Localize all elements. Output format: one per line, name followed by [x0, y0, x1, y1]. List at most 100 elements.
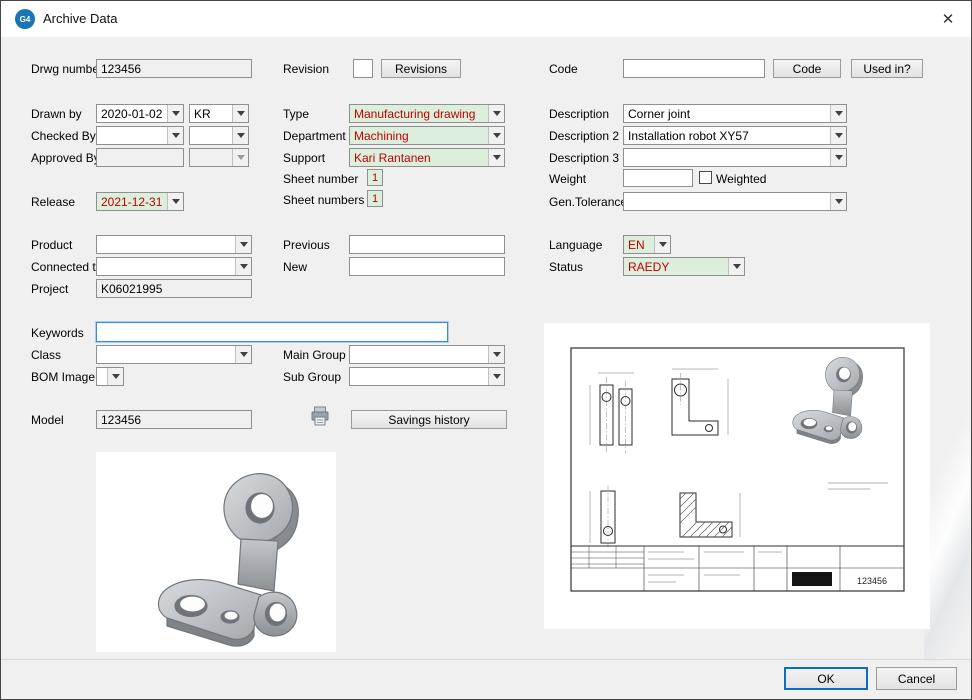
support-combobox[interactable]: Kari Rantanen — [349, 148, 505, 167]
revision-label: Revision — [283, 62, 329, 76]
chevron-down-icon — [107, 368, 123, 385]
keywords-input[interactable] — [96, 322, 448, 342]
type-label: Type — [283, 107, 309, 121]
part-3d-preview — [96, 452, 336, 652]
drawing-preview-image: 123456 — [544, 323, 930, 629]
chevron-down-icon — [488, 105, 504, 122]
department-label: Department — [283, 129, 346, 143]
checked-by-label: Checked By — [31, 129, 96, 143]
release-date-combobox[interactable]: 2021-12-31 — [96, 192, 184, 211]
status-label: Status — [549, 260, 583, 274]
type-combobox[interactable]: Manufacturing drawing — [349, 104, 505, 123]
approved-by-date-field — [96, 148, 184, 167]
part-3d-render — [96, 452, 336, 652]
description3-combobox[interactable] — [623, 148, 847, 167]
model-label: Model — [31, 413, 64, 427]
chevron-down-icon — [830, 149, 846, 166]
sheet-number-label: Sheet number — [283, 172, 358, 186]
new-field[interactable] — [349, 257, 505, 276]
gen-tolerances-label: Gen.Tolerances — [549, 195, 633, 209]
chevron-down-icon — [235, 236, 251, 253]
project-field[interactable]: K06021995 — [96, 279, 252, 298]
code-button[interactable]: Code — [773, 59, 841, 78]
weighted-checkbox[interactable] — [699, 171, 712, 184]
keywords-label: Keywords — [31, 326, 84, 340]
chevron-down-icon — [830, 127, 846, 144]
language-label: Language — [549, 238, 602, 252]
cancel-button[interactable]: Cancel — [876, 667, 957, 690]
code-label: Code — [549, 62, 578, 76]
chevron-down-icon — [235, 346, 251, 363]
sheet-numbers-label: Sheet numbers — [283, 193, 364, 207]
description2-combobox[interactable]: Installation robot XY57 — [623, 126, 847, 145]
sheet-number-field[interactable]: 1 — [367, 169, 383, 186]
drawn-by-date-combobox[interactable]: 2020-01-02 — [96, 104, 184, 123]
description-label: Description — [549, 107, 609, 121]
print-icon[interactable] — [311, 406, 329, 426]
status-combobox[interactable]: RAEDY — [623, 257, 745, 276]
weight-field[interactable] — [623, 169, 693, 187]
drawn-by-label: Drawn by — [31, 107, 82, 121]
main-group-combobox[interactable] — [349, 345, 505, 364]
product-label: Product — [31, 238, 72, 252]
chevron-down-icon — [167, 105, 183, 122]
description-combobox[interactable]: Corner joint — [623, 104, 847, 123]
used-in-button[interactable]: Used in? — [851, 59, 923, 78]
release-label: Release — [31, 195, 75, 209]
code-field[interactable] — [623, 59, 765, 78]
background-watermark — [924, 361, 970, 661]
revision-field[interactable] — [353, 59, 373, 78]
product-combobox[interactable] — [96, 235, 252, 254]
chevron-down-icon — [167, 193, 183, 210]
chevron-down-icon — [488, 127, 504, 144]
project-label: Project — [31, 282, 68, 296]
main-group-label: Main Group — [283, 348, 346, 362]
title-bar: G4 Archive Data ✕ — [1, 1, 971, 37]
previous-field[interactable] — [349, 235, 505, 254]
chevron-down-icon — [488, 149, 504, 166]
model-field[interactable]: 123456 — [96, 410, 252, 429]
close-icon[interactable]: ✕ — [931, 6, 965, 32]
weighted-checkbox-label: Weighted — [716, 172, 766, 186]
chevron-down-icon — [728, 258, 744, 275]
footer-divider — [1, 659, 971, 660]
connected-to-label: Connected to — [31, 260, 102, 274]
drawing-preview: 123456 — [544, 323, 930, 629]
bom-image-label: BOM Image — [31, 370, 95, 384]
chevron-down-icon — [830, 193, 846, 210]
gen-tolerances-combobox[interactable] — [623, 192, 847, 211]
revisions-button[interactable]: Revisions — [381, 59, 461, 78]
approved-by-initials-combobox — [189, 148, 249, 167]
weight-label: Weight — [549, 172, 586, 186]
chevron-down-icon — [235, 258, 251, 275]
description3-label: Description 3 — [549, 151, 619, 165]
chevron-down-icon — [488, 368, 504, 385]
archive-data-dialog: G4 Archive Data ✕ Drwg number 123456 Rev… — [0, 0, 972, 700]
sub-group-label: Sub Group — [283, 370, 341, 384]
sheet-numbers-field[interactable]: 1 — [367, 190, 383, 207]
chevron-down-icon — [654, 236, 670, 253]
chevron-down-icon — [232, 127, 248, 144]
sub-group-combobox[interactable] — [349, 367, 505, 386]
drawn-by-initials-combobox[interactable]: KR — [189, 104, 249, 123]
chevron-down-icon — [232, 149, 248, 166]
description2-label: Description 2 — [549, 129, 619, 143]
ok-button[interactable]: OK — [784, 667, 868, 690]
chevron-down-icon — [232, 105, 248, 122]
previous-label: Previous — [283, 238, 330, 252]
drawing-number-text: 123456 — [857, 576, 887, 586]
drwg-number-field[interactable]: 123456 — [96, 59, 252, 78]
department-combobox[interactable]: Machining — [349, 126, 505, 145]
class-combobox[interactable] — [96, 345, 252, 364]
connected-to-combobox[interactable] — [96, 257, 252, 276]
app-logo-icon: G4 — [15, 9, 35, 29]
checked-by-date-combobox[interactable] — [96, 126, 184, 145]
bom-image-combobox[interactable] — [96, 367, 124, 386]
class-label: Class — [31, 348, 61, 362]
window-title: Archive Data — [43, 11, 117, 26]
drwg-number-label: Drwg number — [31, 62, 103, 76]
language-combobox[interactable]: EN — [623, 235, 671, 254]
checked-by-initials-combobox[interactable] — [189, 126, 249, 145]
savings-history-button[interactable]: Savings history — [351, 410, 507, 429]
chevron-down-icon — [488, 346, 504, 363]
